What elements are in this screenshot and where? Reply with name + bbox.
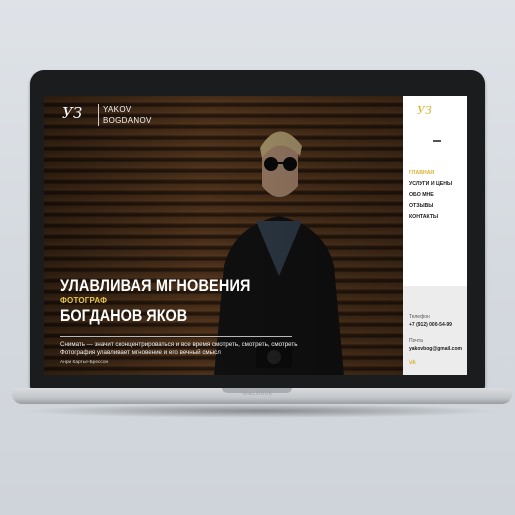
quote-line-1: Снимать — значит сконцентрироваться и вс… (60, 341, 298, 348)
vk-icon[interactable]: vk (409, 360, 416, 366)
hero-quote: Снимать — значит сконцентрироваться и вс… (60, 341, 300, 357)
laptop-shadow (20, 404, 500, 418)
nav-item-reviews[interactable]: ОТЗЫВЫ (409, 201, 452, 212)
nav-item-contacts[interactable]: КОНТАКТЫ (409, 212, 452, 223)
hero-name: БОГДАНОВ ЯКОВ (60, 306, 188, 325)
nav-item-home[interactable]: ГЛАВНАЯ (409, 168, 452, 179)
quote-line-2: Фотография улавливает мгновение и его ве… (60, 349, 221, 356)
sidebar: УЗ ГЛАВНАЯ УСЛУГИ И ЦЕНЫ ОБО МНЕ ОТЗЫВЫ … (403, 96, 467, 375)
nav-item-services[interactable]: УСЛУГИ И ЦЕНЫ (409, 179, 452, 190)
hero-headline: УЛАВЛИВАЯ МГНОВЕНИЯ (60, 276, 251, 295)
hero-overlay (44, 96, 403, 375)
email-value[interactable]: yakovbog@gmail.com (409, 346, 462, 352)
device-label: MacBook (242, 390, 273, 397)
logo-divider (98, 104, 99, 126)
phone-value[interactable]: +7 (912) 000-54-99 (409, 322, 452, 328)
contacts-panel: Телефон +7 (912) 000-54-99 Почта yakovbo… (403, 286, 467, 375)
brand-line-1: YAKOV (103, 105, 132, 114)
sidebar-nav: ГЛАВНАЯ УСЛУГИ И ЦЕНЫ ОБО МНЕ ОТЗЫВЫ КОН… (409, 168, 452, 223)
menu-toggle-icon[interactable] (433, 140, 441, 142)
hero-divider (60, 336, 292, 337)
brand-name[interactable]: YAKOV BOGDANOV (103, 104, 152, 126)
quote-author: Анри Картье-Брессон (60, 360, 109, 365)
brand-line-2: BOGDANOV (103, 116, 152, 125)
website-screen: УЗ YAKOV BOGDANOV УЛАВЛИВАЯ МГНОВЕНИЯ ФО… (44, 96, 467, 375)
nav-item-about[interactable]: ОБО МНЕ (409, 190, 452, 201)
hero-role: ФОТОГРАФ (60, 296, 108, 305)
phone-label: Телефон (409, 314, 430, 320)
laptop-mockup: УЗ YAKOV BOGDANOV УЛАВЛИВАЯ МГНОВЕНИЯ ФО… (0, 0, 515, 515)
logo-icon[interactable]: УЗ (62, 104, 90, 126)
sidebar-logo-icon[interactable]: УЗ (417, 104, 437, 118)
email-label: Почта (409, 338, 423, 344)
